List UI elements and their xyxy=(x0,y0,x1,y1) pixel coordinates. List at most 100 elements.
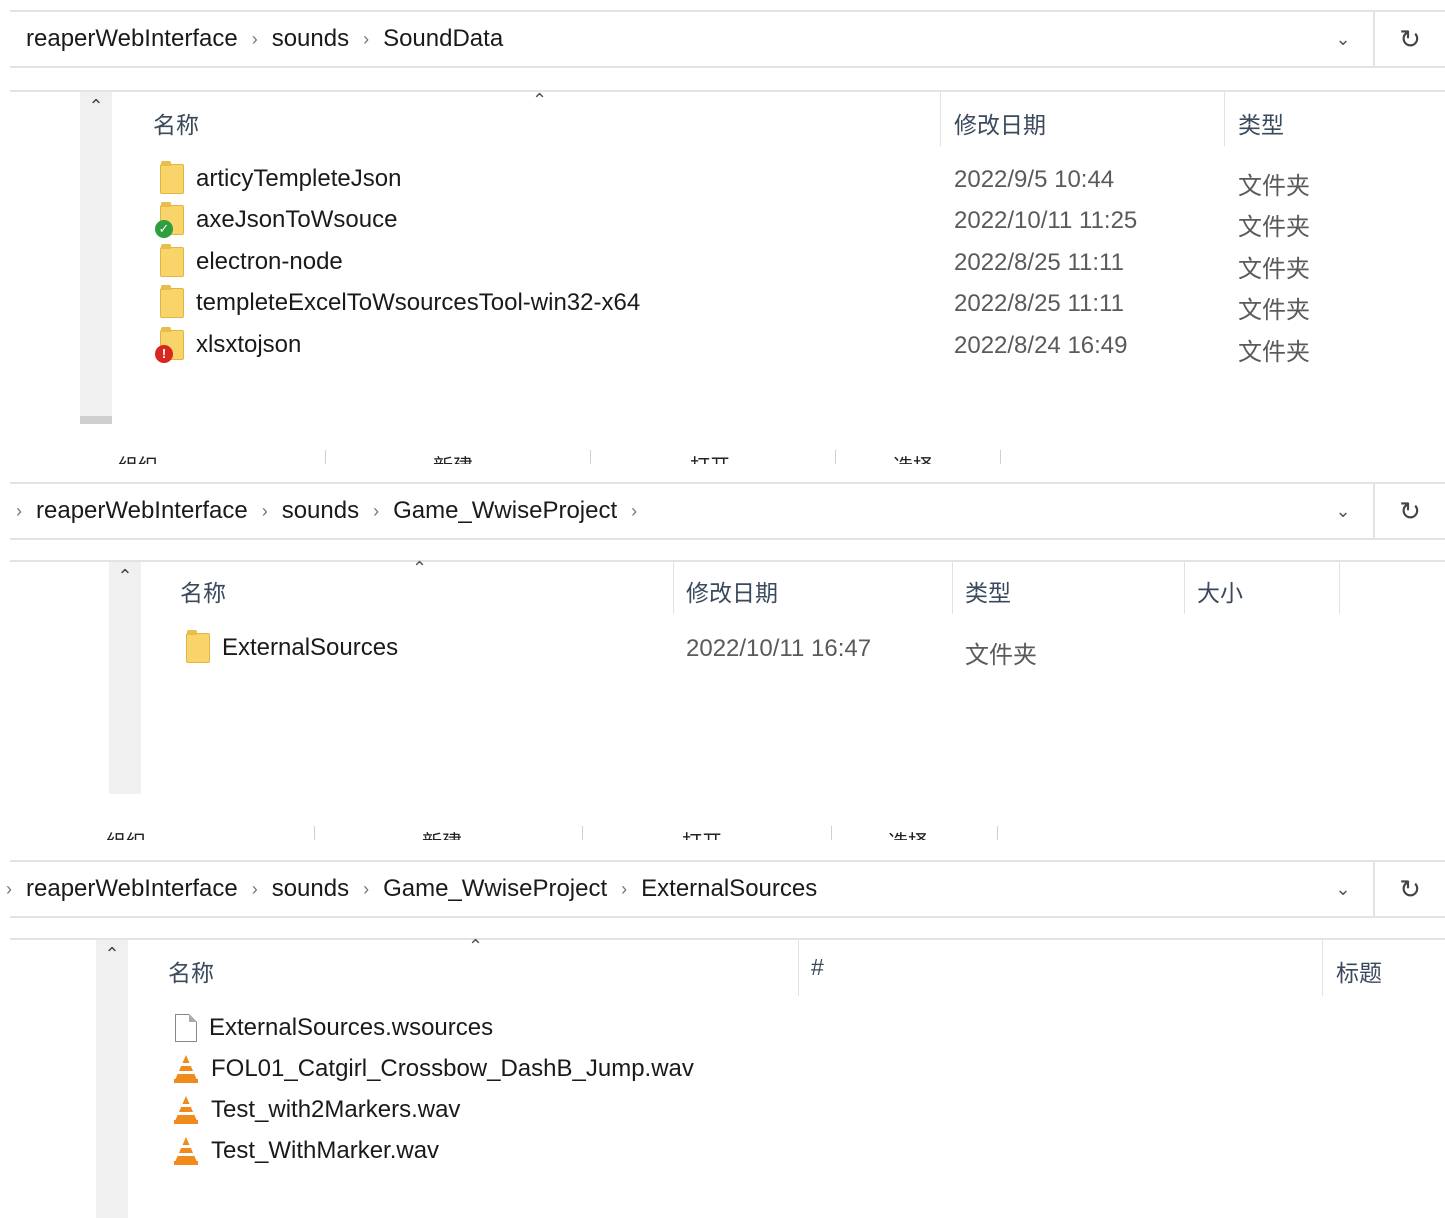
toolbar-open[interactable]: 打开 xyxy=(682,826,722,840)
list-item[interactable]: templeteExcelToWsourcesTool-win32-x64 xyxy=(160,283,640,323)
sync-ok-icon: ✓ xyxy=(155,220,173,238)
command-toolbar: 组织 新建 打开 选择 xyxy=(0,446,1010,464)
breadcrumb-sounddata[interactable]: SoundData xyxy=(371,25,515,53)
toolbar-open[interactable]: 打开 xyxy=(690,450,730,464)
toolbar-divider xyxy=(582,826,583,840)
column-divider[interactable] xyxy=(1339,562,1340,614)
breadcrumb: › reaperWebInterface › sounds › Game_Wwi… xyxy=(0,875,1313,903)
toolbar-organize[interactable]: 组织 xyxy=(118,450,158,464)
chevron-down-icon[interactable]: ⌄ xyxy=(1313,879,1373,900)
breadcrumb-externalsources[interactable]: ExternalSources xyxy=(629,875,829,903)
item-name: articyTempleteJson xyxy=(196,165,402,192)
item-modified: 2022/8/25 11:11 xyxy=(954,249,1124,276)
chevron-right-icon: › xyxy=(363,878,370,899)
scroll-thumb[interactable] xyxy=(80,416,112,424)
column-header-type[interactable]: 类型 xyxy=(965,574,1011,608)
folder-icon xyxy=(186,630,210,663)
toolbar-organize[interactable]: 组织 xyxy=(106,826,146,840)
column-header-name[interactable]: 名称 xyxy=(168,954,214,988)
column-header-name[interactable]: 名称 xyxy=(180,574,226,608)
column-header-title[interactable]: 标题 xyxy=(1336,954,1382,988)
item-name: axeJsonToWsouce xyxy=(196,206,398,233)
list-item[interactable]: articyTempleteJson xyxy=(160,159,401,199)
toolbar-select[interactable]: 选择 xyxy=(888,826,928,840)
breadcrumb-reaperwebinterface[interactable]: reaperWebInterface xyxy=(24,497,260,525)
sync-error-icon: ! xyxy=(155,345,173,363)
breadcrumb-sounds[interactable]: sounds xyxy=(270,497,371,525)
item-type: 文件夹 xyxy=(1238,256,1310,283)
list-item[interactable]: electron-node xyxy=(160,242,343,282)
sort-up-icon: ⌃ xyxy=(412,558,428,578)
column-header-number[interactable]: # xyxy=(811,954,824,981)
list-item[interactable]: Test_with2Markers.wav xyxy=(173,1090,460,1130)
folder-icon: ✓ xyxy=(155,202,184,238)
refresh-icon[interactable]: ↻ xyxy=(1373,12,1445,66)
breadcrumb-game-wwiseproject[interactable]: Game_WwiseProject xyxy=(371,875,619,903)
column-header-name[interactable]: 名称 xyxy=(153,106,199,140)
column-header-modified[interactable]: 修改日期 xyxy=(954,106,1046,140)
list-item[interactable]: ✓ axeJsonToWsouce xyxy=(155,200,398,240)
item-name: templeteExcelToWsourcesTool-win32-x64 xyxy=(196,289,641,316)
refresh-icon[interactable]: ↻ xyxy=(1373,484,1445,538)
scroll-up-icon[interactable]: ⌃ xyxy=(80,92,112,117)
explorer-window-1: reaperWebInterface › sounds › SoundData … xyxy=(0,10,1445,430)
column-header-modified[interactable]: 修改日期 xyxy=(686,574,778,608)
column-header-type[interactable]: 类型 xyxy=(1238,106,1284,140)
vertical-scrollbar[interactable]: ⌃ xyxy=(96,940,128,1218)
item-name: ExternalSources xyxy=(222,634,399,661)
toolbar-divider xyxy=(1000,450,1001,464)
refresh-icon[interactable]: ↻ xyxy=(1373,862,1445,916)
column-divider[interactable] xyxy=(798,940,799,996)
chevron-down-icon[interactable]: ⌄ xyxy=(1313,29,1373,50)
chevron-right-icon: › xyxy=(363,28,370,49)
address-bar[interactable]: reaperWebInterface › sounds › SoundData … xyxy=(10,10,1445,68)
chevron-right-icon: › xyxy=(631,500,638,521)
breadcrumb-reaperwebinterface[interactable]: reaperWebInterface xyxy=(14,25,250,53)
list-item[interactable]: ExternalSources.wsources xyxy=(175,1008,493,1048)
column-header-size[interactable]: 大小 xyxy=(1197,574,1243,608)
vlc-cone-icon xyxy=(174,1096,198,1124)
item-name: Test_WithMarker.wav xyxy=(211,1137,440,1164)
scroll-up-icon[interactable]: ⌃ xyxy=(96,940,128,965)
list-item[interactable]: Test_WithMarker.wav xyxy=(173,1131,439,1171)
column-divider[interactable] xyxy=(940,92,941,146)
breadcrumb-sounds[interactable]: sounds xyxy=(260,875,361,903)
chevron-down-icon[interactable]: ⌄ xyxy=(1313,501,1373,522)
address-bar[interactable]: › reaperWebInterface › sounds › Game_Wwi… xyxy=(6,860,1445,918)
toolbar-new[interactable]: 新建 xyxy=(422,826,462,840)
column-divider[interactable] xyxy=(673,562,674,614)
item-type: 文件夹 xyxy=(1238,339,1310,366)
file-list: ⌃ ⌃ 名称 # 标题 ExternalSources.wsources FOL… xyxy=(10,936,1445,1218)
item-modified: 2022/9/5 10:44 xyxy=(954,166,1115,193)
toolbar-divider xyxy=(590,450,591,464)
column-divider[interactable] xyxy=(1224,92,1225,146)
vertical-scrollbar[interactable]: ⌃ xyxy=(109,562,141,794)
item-modified: 2022/8/24 16:49 xyxy=(954,332,1128,359)
toolbar-divider xyxy=(325,450,326,464)
breadcrumb-reaperwebinterface[interactable]: reaperWebInterface xyxy=(14,875,250,903)
sort-up-icon: ⌃ xyxy=(532,90,548,110)
list-item[interactable]: FOL01_Catgirl_Crossbow_DashB_Jump.wav xyxy=(173,1049,694,1089)
chevron-right-icon: › xyxy=(621,878,628,899)
breadcrumb-sounds[interactable]: sounds xyxy=(260,25,361,53)
scroll-up-icon[interactable]: ⌃ xyxy=(109,562,141,587)
breadcrumb: › reaperWebInterface › sounds › Game_Wwi… xyxy=(10,497,1313,525)
chevron-right-icon: › xyxy=(251,878,258,899)
item-modified: 2022/10/11 11:25 xyxy=(954,207,1138,234)
breadcrumb-game-wwiseproject[interactable]: Game_WwiseProject xyxy=(381,497,629,525)
explorer-window-2: › reaperWebInterface › sounds › Game_Wwi… xyxy=(0,482,1445,812)
folder-icon xyxy=(160,161,184,194)
column-divider[interactable] xyxy=(1184,562,1185,614)
list-item[interactable]: ! xlsxtojson xyxy=(155,325,301,365)
chevron-right-icon: › xyxy=(251,28,258,49)
chevron-right-icon: › xyxy=(16,500,22,521)
column-divider[interactable] xyxy=(1322,940,1323,996)
folder-icon xyxy=(160,285,184,318)
vertical-scrollbar[interactable]: ⌃ xyxy=(80,92,112,424)
breadcrumb: reaperWebInterface › sounds › SoundData xyxy=(10,25,1313,53)
toolbar-select[interactable]: 选择 xyxy=(893,450,933,464)
list-item[interactable]: ExternalSources xyxy=(186,628,398,668)
address-bar[interactable]: › reaperWebInterface › sounds › Game_Wwi… xyxy=(10,482,1445,540)
toolbar-new[interactable]: 新建 xyxy=(433,450,473,464)
column-divider[interactable] xyxy=(952,562,953,614)
